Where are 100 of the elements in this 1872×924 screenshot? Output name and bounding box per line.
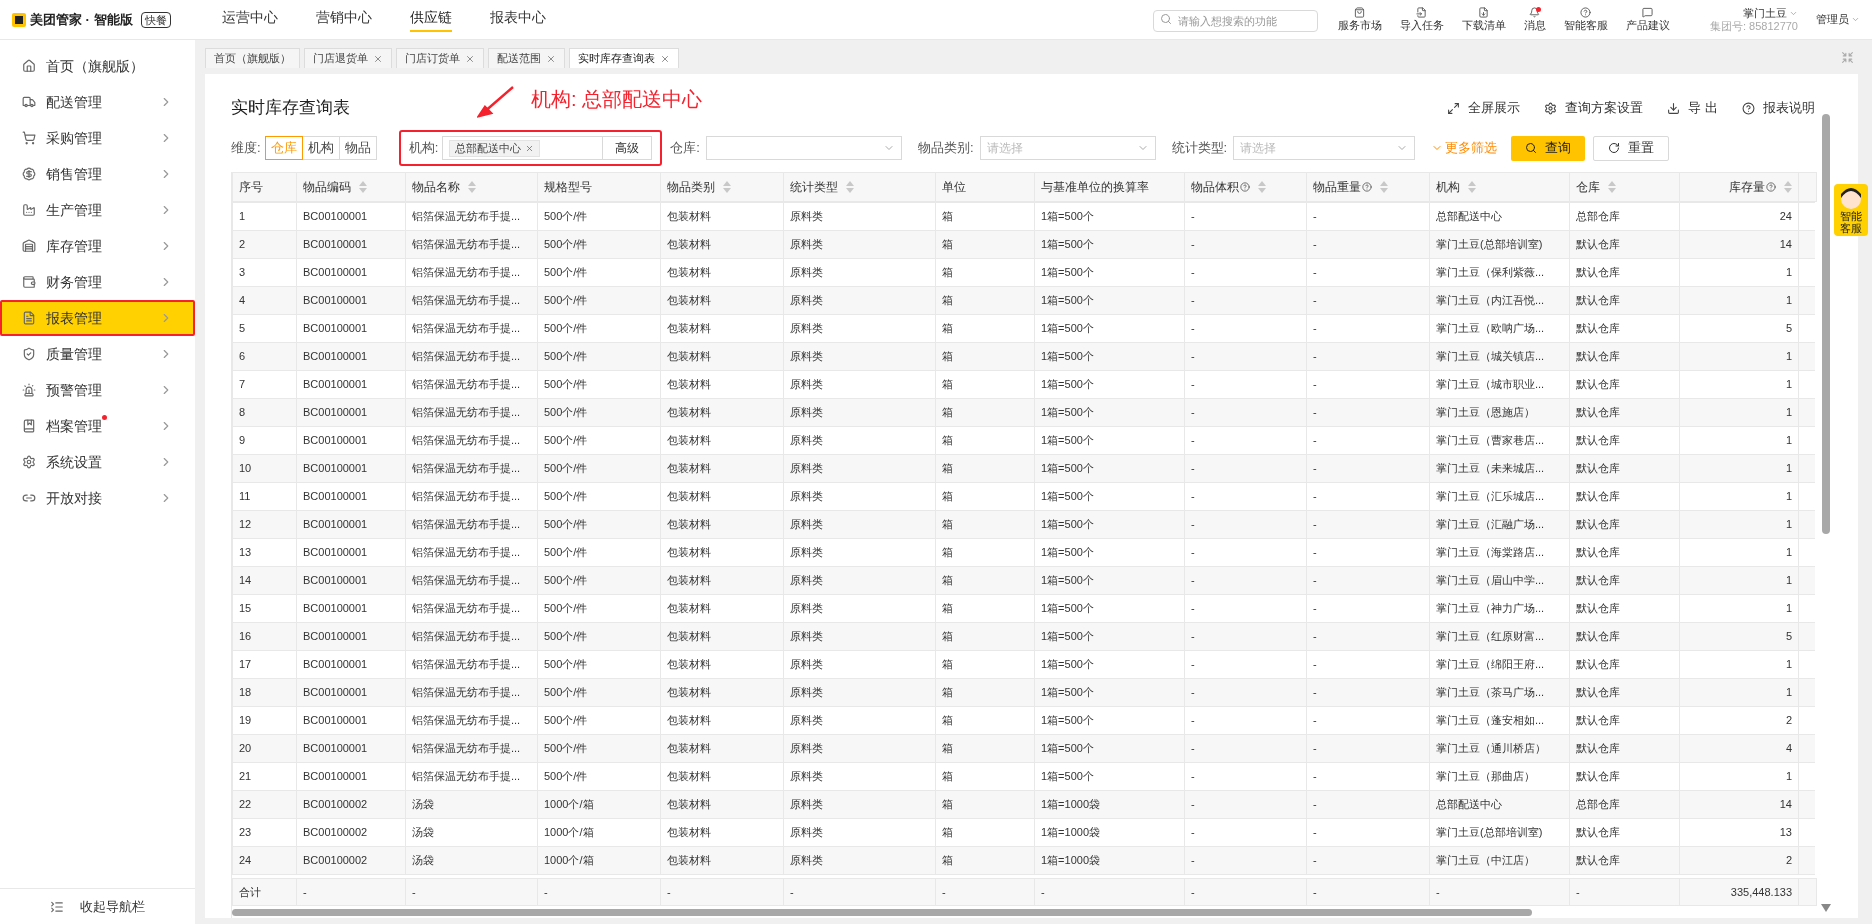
sort-icon[interactable] <box>1468 181 1476 193</box>
sidebar-item[interactable]: 预警管理 <box>0 372 195 408</box>
table-row[interactable]: 2 BC00100001 铝箔保温无纺布手提... 500个/件 包装材料 原料类 箱 1箱=500个 - - 掌门土豆(总部培训室) 默认仓库 14 <box>232 230 1815 259</box>
table-row[interactable]: 13 BC00100001 铝箔保温无纺布手提... 500个/件 包装材料 原料类 箱 1箱=500个 - - 掌门土豆（海棠路店... 默认仓库 1 <box>232 538 1815 567</box>
nav-link[interactable]: 营销中心 <box>316 7 372 32</box>
column-header[interactable]: 库存量 <box>1679 172 1799 202</box>
toolbar-button[interactable]: 导入任务 <box>1399 7 1444 32</box>
search-field[interactable]: 请输入想搜索的功能 <box>1152 9 1318 32</box>
sort-icon[interactable] <box>1258 181 1266 193</box>
table-row[interactable]: 15 BC00100001 铝箔保温无纺布手提... 500个/件 包装材料 原料类 箱 1箱=500个 - - 掌门土豆（神力广场... 默认仓库 1 <box>232 594 1815 623</box>
sidebar-item[interactable]: 报表管理 <box>0 300 195 336</box>
column-header[interactable]: 物品类别 <box>660 172 784 202</box>
column-header[interactable]: 仓库 <box>1569 172 1680 202</box>
table-row[interactable]: 10 BC00100001 铝箔保温无纺布手提... 500个/件 包装材料 原料类 箱 1箱=500个 - - 掌门土豆（未来城店... 默认仓库 1 <box>232 454 1815 483</box>
toolbar-button[interactable]: 查询方案设置 <box>1544 98 1644 118</box>
user-name[interactable]: 掌门土豆 <box>1743 6 1787 20</box>
help-icon[interactable] <box>1362 182 1372 192</box>
sidebar-item[interactable]: 销售管理 <box>0 156 195 192</box>
toolbar-button[interactable]: 下载清单 <box>1461 7 1506 32</box>
column-header[interactable]: 序号 <box>232 172 297 202</box>
close-icon[interactable] <box>465 53 475 64</box>
close-icon[interactable] <box>546 53 556 64</box>
table-row[interactable]: 7 BC00100001 铝箔保温无纺布手提... 500个/件 包装材料 原料类 箱 1箱=500个 - - 掌门土豆（城市职业... 默认仓库 1 <box>232 370 1815 399</box>
sidebar-item[interactable]: 首页（旗舰版） <box>0 48 195 84</box>
toolbar-button[interactable]: 消息 <box>1523 7 1546 32</box>
table-row[interactable]: 17 BC00100001 铝箔保温无纺布手提... 500个/件 包装材料 原料类 箱 1箱=500个 - - 掌门土豆（绵阳王府... 默认仓库 1 <box>232 650 1815 679</box>
table-row[interactable]: 22 BC00100002 汤袋 1000个/箱 包装材料 原料类 箱 1箱=1000袋 - - 总部配送中心 总部仓库 14 <box>232 790 1815 819</box>
help-icon[interactable] <box>1240 182 1250 192</box>
toolbar-button[interactable]: 导 出 <box>1667 98 1718 118</box>
sidebar-item[interactable]: 财务管理 <box>0 264 195 300</box>
segment-option[interactable]: 机构 <box>301 136 340 160</box>
column-header[interactable]: 物品编码 <box>296 172 406 202</box>
table-row[interactable]: 11 BC00100001 铝箔保温无纺布手提... 500个/件 包装材料 原料类 箱 1箱=500个 - - 掌门土豆（汇乐城店... 默认仓库 1 <box>232 482 1815 511</box>
nav-link[interactable]: 运营中心 <box>222 7 278 32</box>
toolbar-button[interactable]: 报表说明 <box>1742 98 1815 118</box>
sort-icon[interactable] <box>846 181 854 193</box>
table-row[interactable]: 3 BC00100001 铝箔保温无纺布手提... 500个/件 包装材料 原料类 箱 1箱=500个 - - 掌门土豆（保利紫薇... 默认仓库 1 <box>232 258 1815 287</box>
close-icon[interactable] <box>660 53 670 64</box>
page-tab[interactable]: 首页（旗舰版） <box>205 48 300 68</box>
toolbar-button[interactable]: 服务市场 <box>1337 7 1382 32</box>
table-row[interactable]: 19 BC00100001 铝箔保温无纺布手提... 500个/件 包装材料 原料类 箱 1箱=500个 - - 掌门土豆（蓬安相如... 默认仓库 2 <box>232 706 1815 735</box>
sidebar-item[interactable]: 开放对接 <box>0 480 195 516</box>
column-header[interactable]: 物品体积 <box>1184 172 1307 202</box>
horizontal-scrollbar[interactable] <box>232 908 1532 916</box>
sidebar-item[interactable]: 采购管理 <box>0 120 195 156</box>
table-row[interactable]: 1 BC00100001 铝箔保温无纺布手提... 500个/件 包装材料 原料类 箱 1箱=500个 - - 总部配送中心 总部仓库 24 <box>232 202 1815 231</box>
remove-icon[interactable] <box>525 143 535 153</box>
toolbar-button[interactable]: 全屏展示 <box>1447 98 1521 118</box>
close-icon[interactable] <box>373 53 383 64</box>
advanced-button[interactable]: 高级 <box>602 137 652 159</box>
sidebar-item[interactable]: 档案管理 <box>0 408 195 444</box>
table-row[interactable]: 21 BC00100001 铝箔保温无纺布手提... 500个/件 包装材料 原料类 箱 1箱=500个 - - 掌门土豆（那曲店） 默认仓库 1 <box>232 762 1815 791</box>
collapse-nav-button[interactable]: 收起导航栏 <box>0 888 195 924</box>
org-field[interactable]: 总部配送中心 高级 <box>442 136 653 160</box>
table-row[interactable]: 6 BC00100001 铝箔保温无纺布手提... 500个/件 包装材料 原料类 箱 1箱=500个 - - 掌门土豆（城关镇店... 默认仓库 1 <box>232 342 1815 371</box>
column-header[interactable]: 与基准单位的换算率 <box>1034 172 1185 202</box>
column-header[interactable]: 单位 <box>935 172 1035 202</box>
segment-option[interactable]: 物品 <box>338 136 377 160</box>
sort-icon[interactable] <box>359 181 367 193</box>
role-label[interactable]: 管理员 <box>1816 11 1849 28</box>
query-button[interactable]: 查询 <box>1511 135 1586 161</box>
column-header[interactable]: 规格型号 <box>537 172 661 202</box>
table-row[interactable]: 14 BC00100001 铝箔保温无纺布手提... 500个/件 包装材料 原料类 箱 1箱=500个 - - 掌门土豆（眉山中学... 默认仓库 1 <box>232 566 1815 595</box>
table-row[interactable]: 5 BC00100001 铝箔保温无纺布手提... 500个/件 包装材料 原料类 箱 1箱=500个 - - 掌门土豆（欧呐广场... 默认仓库 5 <box>232 314 1815 343</box>
sidebar-item[interactable]: 系统设置 <box>0 444 195 480</box>
vertical-scrollbar[interactable] <box>1822 114 1830 534</box>
toolbar-button[interactable]: 产品建议 <box>1625 7 1670 32</box>
sort-icon[interactable] <box>1784 181 1792 193</box>
column-header[interactable]: 统计类型 <box>783 172 936 202</box>
column-header[interactable]: 机构 <box>1429 172 1570 202</box>
table-row[interactable]: 9 BC00100001 铝箔保温无纺布手提... 500个/件 包装材料 原料类 箱 1箱=500个 - - 掌门土豆（曹家巷店... 默认仓库 1 <box>232 426 1815 455</box>
column-header[interactable]: 物品名称 <box>405 172 538 202</box>
sort-icon[interactable] <box>1380 181 1388 193</box>
assistant-widget[interactable]: 智能客服 <box>1834 184 1868 236</box>
table-row[interactable]: 18 BC00100001 铝箔保温无纺布手提... 500个/件 包装材料 原料类 箱 1箱=500个 - - 掌门土豆（茶马广场... 默认仓库 1 <box>232 678 1815 707</box>
toolbar-button[interactable]: 智能客服 <box>1563 7 1608 32</box>
column-header[interactable]: 物品重量 <box>1306 172 1430 202</box>
page-tab[interactable]: 门店订货单 <box>396 48 484 68</box>
sort-icon[interactable] <box>723 181 731 193</box>
table-row[interactable]: 12 BC00100001 铝箔保温无纺布手提... 500个/件 包装材料 原料类 箱 1箱=500个 - - 掌门土豆（汇融广场... 默认仓库 1 <box>232 510 1815 539</box>
reset-button[interactable]: 重置 <box>1593 135 1670 161</box>
help-icon[interactable] <box>1766 182 1776 192</box>
table-row[interactable]: 20 BC00100001 铝箔保温无纺布手提... 500个/件 包装材料 原料类 箱 1箱=500个 - - 掌门土豆（通川桥店） 默认仓库 4 <box>232 734 1815 763</box>
sidebar-item[interactable]: 配送管理 <box>0 84 195 120</box>
page-tab[interactable]: 门店退货单 <box>304 48 392 68</box>
sidebar-item[interactable]: 生产管理 <box>0 192 195 228</box>
sort-icon[interactable] <box>1608 181 1616 193</box>
shrink-icon[interactable] <box>1841 51 1854 64</box>
table-row[interactable]: 8 BC00100001 铝箔保温无纺布手提... 500个/件 包装材料 原料类 箱 1箱=500个 - - 掌门土豆（恩施店） 默认仓库 1 <box>232 398 1815 427</box>
page-tab[interactable]: 配送范围 <box>488 48 565 68</box>
sort-icon[interactable] <box>468 181 476 193</box>
sidebar-item[interactable]: 库存管理 <box>0 228 195 264</box>
table-row[interactable]: 4 BC00100001 铝箔保温无纺布手提... 500个/件 包装材料 原料类 箱 1箱=500个 - - 掌门土豆（内江吾悦... 默认仓库 1 <box>232 286 1815 315</box>
table-row[interactable]: 23 BC00100002 汤袋 1000个/箱 包装材料 原料类 箱 1箱=1000袋 - - 掌门土豆(总部培训室) 默认仓库 13 <box>232 818 1815 847</box>
table-row[interactable]: 24 BC00100002 汤袋 1000个/箱 包装材料 原料类 箱 1箱=1000袋 - - 掌门土豆（中江店） 默认仓库 2 <box>232 846 1815 875</box>
page-tab[interactable]: 实时库存查询表 <box>569 48 679 68</box>
nav-link[interactable]: 供应链 <box>410 7 452 32</box>
table-row[interactable]: 16 BC00100001 铝箔保温无纺布手提... 500个/件 包装材料 原料类 箱 1箱=500个 - - 掌门土豆（红原财富... 默认仓库 5 <box>232 622 1815 651</box>
select-field[interactable] <box>705 136 902 160</box>
sidebar-item[interactable]: 质量管理 <box>0 336 195 372</box>
